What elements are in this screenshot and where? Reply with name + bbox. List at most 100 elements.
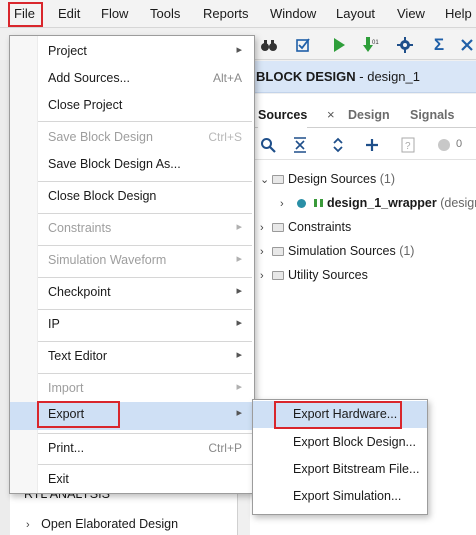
menu-shortcut: Ctrl+P (208, 441, 242, 455)
menu-item-label: Export Bitstream File... (293, 462, 420, 476)
tab-signals[interactable]: Signals (410, 102, 454, 128)
menu-separator (38, 181, 252, 182)
menu-view[interactable]: View (397, 6, 425, 21)
search-icon[interactable] (260, 137, 276, 153)
menu-item-simulation-waveform[interactable]: Simulation Waveform ▸ (10, 248, 254, 274)
menu-item-project[interactable]: Project ▸ (10, 39, 254, 65)
toolbar: 01 Σ (250, 30, 476, 60)
block-design-title-bold: BLOCK DESIGN (256, 69, 356, 84)
tree-simulation-sources[interactable]: › Simulation Sources (1) (260, 244, 414, 258)
status-dot-icon (436, 137, 452, 153)
menu-item-import[interactable]: Import ▸ (10, 376, 254, 402)
menu-item-print[interactable]: Print... Ctrl+P (10, 436, 254, 462)
menu-item-exit[interactable]: Exit (10, 467, 254, 493)
run-icon[interactable] (330, 36, 348, 54)
close-x-icon[interactable] (458, 36, 476, 54)
menu-separator (38, 464, 252, 465)
sigma-icon[interactable]: Σ (430, 35, 448, 54)
menu-item-label: Save Block Design As... (48, 157, 181, 171)
menu-item-checkpoint[interactable]: Checkpoint ▸ (10, 280, 254, 306)
menu-item-label: Save Block Design (48, 130, 153, 144)
menu-item-label: IP (48, 317, 60, 331)
menu-item-label: Import (48, 381, 84, 395)
utility-sources-label: Utility Sources (288, 268, 368, 282)
chevron-right-icon: › (260, 222, 264, 234)
tree-utility-sources[interactable]: › Utility Sources (260, 268, 368, 282)
menu-item-constraints[interactable]: Constraints ▸ (10, 216, 254, 242)
menu-item-label: Close Project (48, 98, 123, 112)
menu-item-label: Text Editor (48, 349, 108, 363)
tab-design[interactable]: Design (348, 102, 390, 128)
menu-item-label: Close Block Design (48, 189, 157, 203)
tree-design-sources[interactable]: ⌄ Design Sources (1) (260, 172, 395, 186)
menu-window[interactable]: Window (270, 6, 316, 21)
menu-item-label: Exit (48, 472, 69, 486)
hierarchy-dot-icon (297, 199, 307, 208)
chevron-right-icon: ▸ (236, 381, 242, 393)
tree-constraints[interactable]: › Constraints (260, 220, 351, 234)
menu-separator (38, 277, 252, 278)
menu-reports[interactable]: Reports (203, 6, 249, 21)
menu-item-ip[interactable]: IP ▸ (10, 312, 254, 338)
menu-item-save-block-design-as[interactable]: Save Block Design As... (10, 152, 254, 178)
sources-tab-bar: Sources × Design Signals (250, 102, 476, 128)
menu-item-label: Export Simulation... (293, 489, 402, 503)
design-wrapper-suffix: (desigr (440, 196, 476, 210)
menu-shortcut: Alt+A (212, 71, 242, 85)
menu-separator (38, 309, 252, 310)
chevron-right-icon: ▸ (236, 221, 242, 233)
menu-separator (38, 121, 252, 122)
open-elaborated-design-item[interactable]: › Open Elaborated Design (26, 517, 178, 531)
collapse-all-icon[interactable] (292, 137, 308, 153)
export-hardware-highlight (274, 401, 402, 429)
constraints-label: Constraints (288, 220, 352, 234)
binoculars-icon[interactable] (260, 36, 278, 54)
block-design-icon (313, 199, 323, 207)
menu-item-label: Export Block Design... (293, 435, 416, 449)
design-wrapper-label: design_1_wrapper (326, 196, 437, 210)
add-icon[interactable] (364, 137, 380, 153)
chevron-right-icon: ▸ (236, 285, 242, 297)
menu-layout[interactable]: Layout (336, 6, 375, 21)
chevron-right-icon: ▸ (236, 317, 242, 329)
menu-item-close-block-design[interactable]: Close Block Design (10, 184, 254, 210)
chevron-right-icon: ▸ (236, 407, 242, 419)
menu-item-text-editor[interactable]: Text Editor ▸ (10, 344, 254, 370)
check-settings-icon[interactable] (294, 36, 312, 54)
block-design-header: BLOCK DESIGN - design_1 (250, 61, 476, 93)
help-icon[interactable]: ? (400, 137, 416, 153)
gear-icon[interactable] (396, 36, 414, 54)
menu-item-label: Simulation Waveform (48, 253, 167, 267)
chevron-right-icon: ▸ (236, 44, 242, 56)
menu-item-export-simulation[interactable]: Export Simulation... (253, 483, 427, 510)
menu-help[interactable]: Help (445, 6, 472, 21)
chevron-right-icon: › (260, 270, 264, 282)
sources-toolbar: ? 0 (250, 130, 476, 160)
count-badge: 0 (456, 138, 463, 150)
block-design-title-rest: - design_1 (355, 69, 420, 84)
menu-separator (38, 433, 252, 434)
open-elaborated-design-label: Open Elaborated Design (41, 517, 179, 531)
menu-item-close-project[interactable]: Close Project (10, 93, 254, 119)
chevron-right-icon: › (260, 246, 264, 258)
expand-all-icon[interactable] (330, 137, 346, 153)
svg-text:?: ? (405, 141, 411, 152)
menu-item-export-block-design[interactable]: Export Block Design... (253, 429, 427, 456)
menu-item-save-block-design[interactable]: Save Block Design Ctrl+S (10, 125, 254, 151)
menu-item-add-sources[interactable]: Add Sources... Alt+A (10, 66, 254, 92)
menu-separator (38, 213, 252, 214)
tree-design-wrapper[interactable]: › design_1_wrapper (desigr (280, 196, 476, 210)
close-tab-icon[interactable]: × (327, 107, 335, 122)
menu-tools[interactable]: Tools (150, 6, 180, 21)
menu-item-export-bitstream[interactable]: Export Bitstream File... (253, 456, 427, 483)
menu-bar: File Edit Flow Tools Reports Window Layo… (0, 0, 476, 28)
program-device-icon[interactable]: 01 (362, 36, 380, 54)
menu-flow[interactable]: Flow (101, 6, 128, 21)
block-design-title: BLOCK DESIGN - design_1 (256, 69, 420, 84)
tab-sources[interactable]: Sources (258, 102, 308, 128)
file-menu-highlight (8, 2, 43, 27)
menu-item-label: Checkpoint (48, 285, 111, 299)
menu-item-label: Add Sources... (48, 71, 130, 85)
menu-edit[interactable]: Edit (58, 6, 80, 21)
chevron-right-icon: › (280, 198, 284, 210)
